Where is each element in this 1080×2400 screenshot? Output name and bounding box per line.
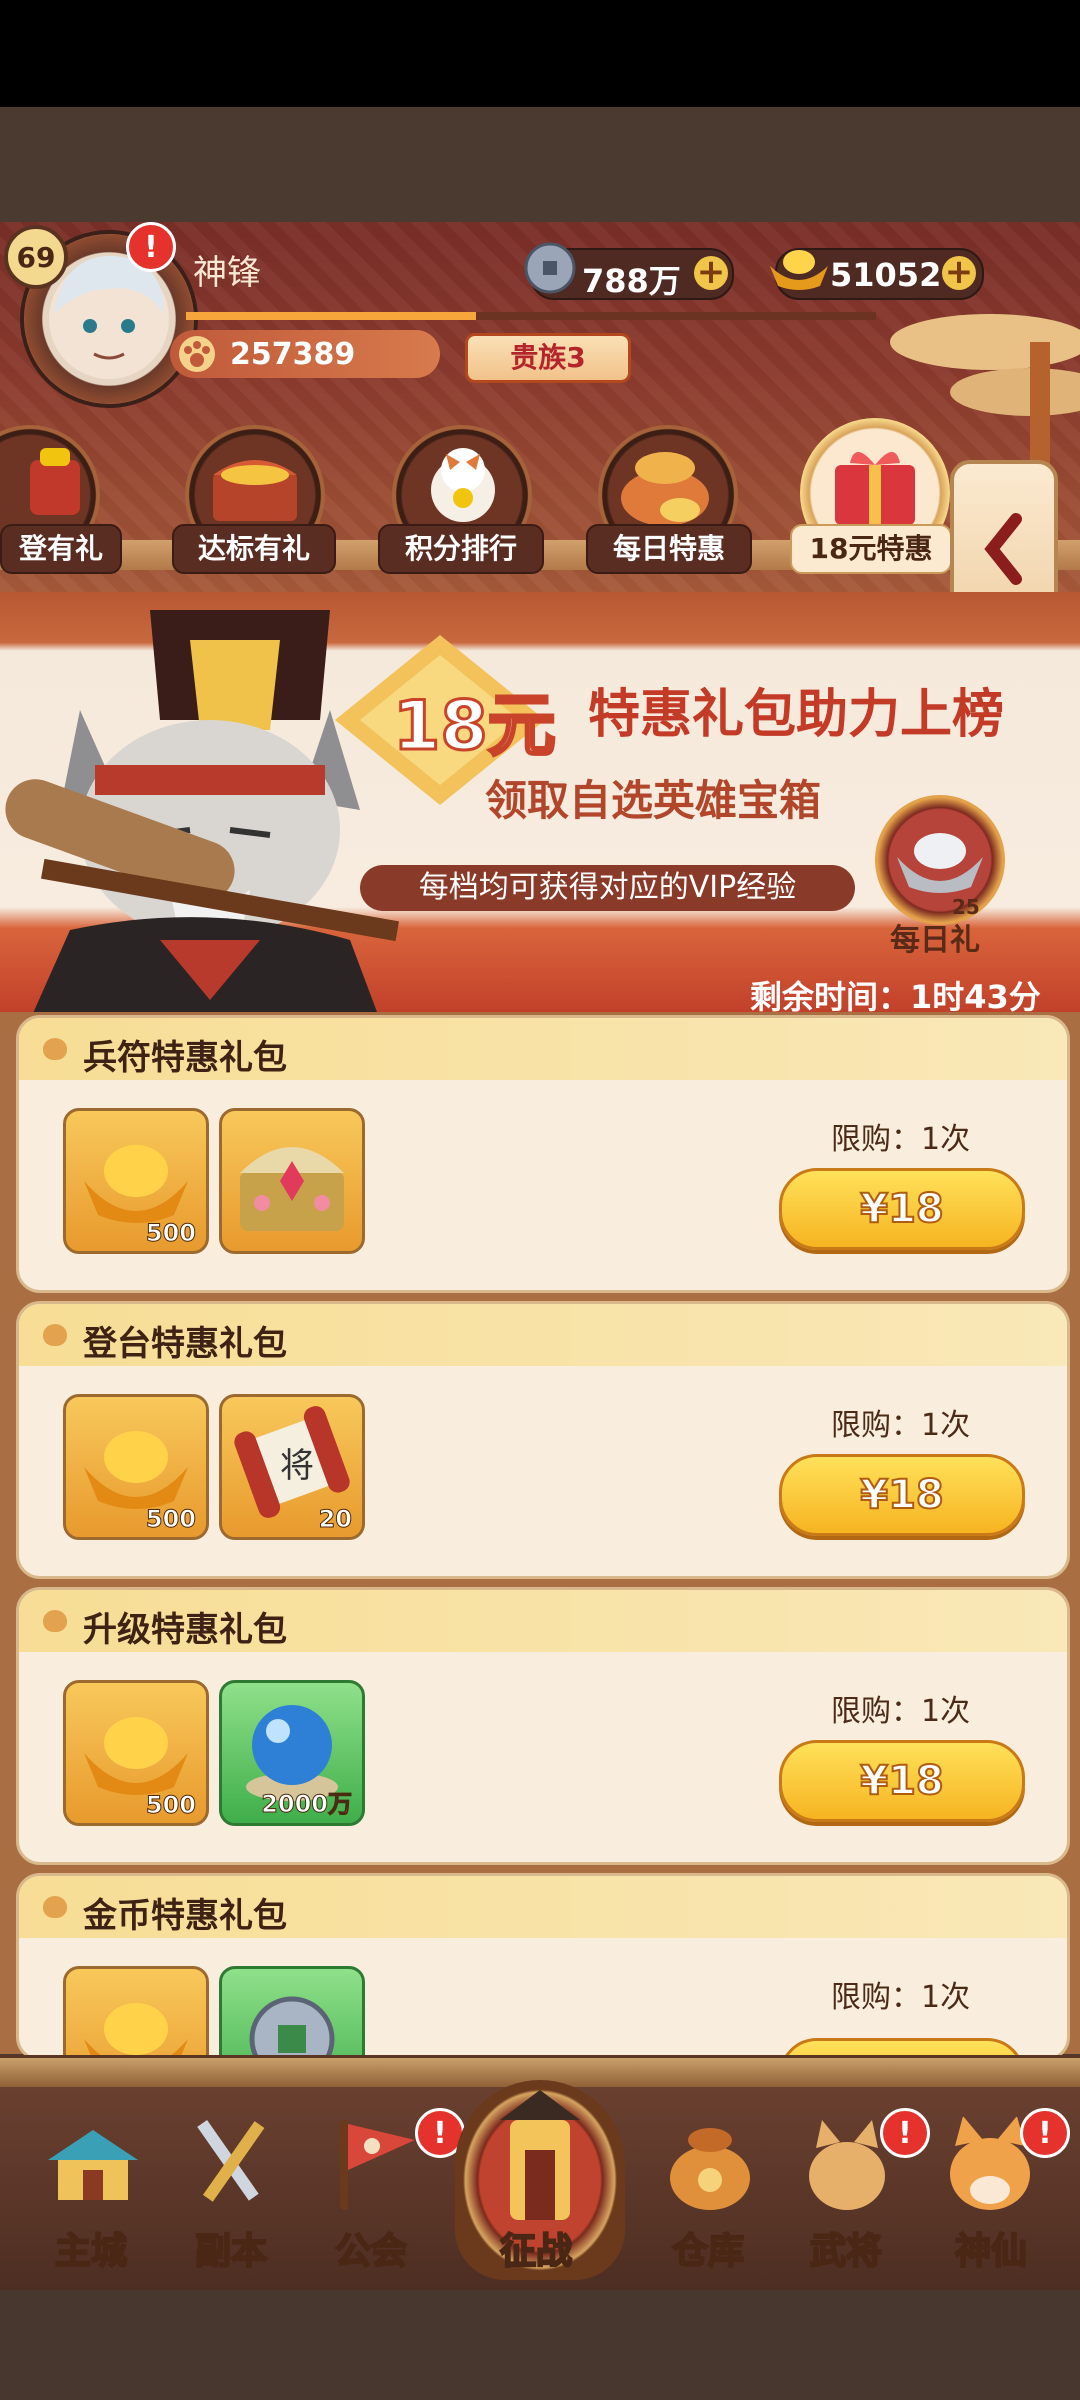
warehouse-bag-icon[interactable] [655, 2110, 765, 2220]
immortal-alert-icon: ! [1020, 2108, 1070, 2158]
item-count: 500 [145, 1505, 196, 1534]
avatar-alert-icon: ! [126, 222, 176, 272]
svg-text:将: 将 [280, 1446, 314, 1486]
gold-add-button[interactable]: + [942, 255, 976, 290]
nav-general-label[interactable]: 武将 [809, 2222, 883, 2274]
buy-button[interactable]: ¥18 [779, 1740, 1025, 1822]
item-count: 500 [145, 1219, 196, 1248]
daily-gift-label: 每日礼 [890, 923, 980, 958]
paw-icon [43, 1324, 67, 1346]
nav-dungeon-label[interactable]: 副本 [194, 2222, 268, 2274]
top-spacer [0, 107, 1080, 222]
event-login-label[interactable]: 登有礼 [0, 524, 122, 574]
purchase-limit: 限购：1次 [831, 1694, 971, 1729]
event-target-label[interactable]: 达标有礼 [172, 524, 336, 574]
item-gold-ingot[interactable]: 500 [63, 1394, 209, 1540]
copper-amount: 788万 [582, 262, 681, 300]
nav-immortal-label[interactable]: 神仙 [954, 2222, 1028, 2274]
paw-icon [43, 1610, 67, 1632]
guild-flag-icon[interactable] [320, 2110, 430, 2220]
level-badge: 69 [4, 225, 68, 289]
status-bar [0, 0, 1080, 107]
cat-general-illustration [5, 610, 400, 1020]
daily-gift-button[interactable] [875, 795, 1005, 925]
buy-button[interactable]: ¥18 [779, 1454, 1025, 1536]
pack-card: 金币特惠礼包 限购：1次 [16, 1873, 1070, 2061]
pack-title: 升级特惠礼包 [83, 1610, 287, 1650]
event-daily-deal-label[interactable]: 每日特惠 [586, 524, 752, 574]
purchase-limit: 限购：1次 [831, 1980, 971, 2015]
item-count: 500 [145, 1791, 196, 1820]
banner-title: 特惠礼包助力上榜 [588, 685, 1005, 745]
gold-amount: 51052 [830, 256, 942, 294]
lucky-cat-icon [431, 448, 495, 522]
pack-title: 兵符特惠礼包 [83, 1038, 287, 1078]
silver-ingot-icon [897, 833, 983, 893]
item-gold-ingot[interactable] [63, 1966, 209, 2058]
item-copper-coin[interactable] [219, 1966, 365, 2058]
item-gold-ingot[interactable]: 500 [63, 1108, 209, 1254]
copper-add-button[interactable]: + [694, 255, 728, 290]
item-exp-orb[interactable]: 2000万 [219, 1680, 365, 1826]
money-bag-icon [621, 452, 709, 526]
nav-guild-label[interactable]: 公会 [334, 2222, 408, 2274]
item-gold-ingot[interactable]: 500 [63, 1680, 209, 1826]
purchase-limit: 限购：1次 [831, 1122, 971, 1157]
event-18-deal-label[interactable]: 18元特惠 [790, 524, 952, 574]
bottom-floor [0, 2290, 1080, 2400]
paw-icon [43, 1038, 67, 1060]
item-chest[interactable] [219, 1108, 365, 1254]
power-value: 257389 [230, 337, 356, 372]
player-name: 神锋 [193, 253, 261, 293]
event-ranking-label[interactable]: 积分排行 [378, 524, 544, 574]
copper-coin-icon [249, 1996, 335, 2058]
xp-bar-track [476, 312, 876, 320]
pack-title: 登台特惠礼包 [83, 1324, 287, 1364]
nav-campaign-label[interactable]: 征战 [499, 2222, 573, 2274]
item-count: 20 [318, 1505, 352, 1534]
banner-subtitle: 领取自选英雄宝箱 [485, 776, 822, 825]
purchase-limit: 限购：1次 [831, 1408, 971, 1443]
banner-vip-note: 每档均可获得对应的VIP经验 [360, 865, 855, 911]
pack-card: 兵符特惠礼包 500 限购：1次 ¥18 [16, 1015, 1070, 1293]
pack-title: 金币特惠礼包 [83, 1896, 287, 1936]
main-city-icon[interactable] [38, 2110, 148, 2220]
jeweled-chest-icon [240, 1147, 344, 1231]
pack-card: 登台特惠礼包 500 将 20 限购：1次 ¥18 [16, 1301, 1070, 1579]
copper-coin-icon [524, 242, 576, 294]
buy-button[interactable]: ¥18 [779, 1168, 1025, 1250]
swords-icon[interactable] [175, 2110, 285, 2220]
treasure-chest-icon [213, 460, 297, 521]
paw-icon [179, 336, 215, 372]
nav-warehouse-label[interactable]: 仓库 [671, 2222, 745, 2274]
gift-bag-icon [30, 448, 80, 515]
item-count: 2000万 [261, 1790, 353, 1819]
item-scroll[interactable]: 将 20 [219, 1394, 365, 1540]
nav-main-city-label[interactable]: 主城 [54, 2222, 128, 2274]
red-gift-box-icon [835, 451, 915, 525]
gold-ingot-icon [770, 250, 828, 290]
vip-badge[interactable]: 贵族3 [465, 333, 631, 383]
pack-card: 升级特惠礼包 500 2000万 限购：1次 ¥18 [16, 1587, 1070, 1865]
paw-icon [43, 1896, 67, 1918]
general-alert-icon: ! [880, 2108, 930, 2158]
xp-bar-fill [186, 312, 476, 320]
gold-ingot-icon [84, 2003, 188, 2058]
